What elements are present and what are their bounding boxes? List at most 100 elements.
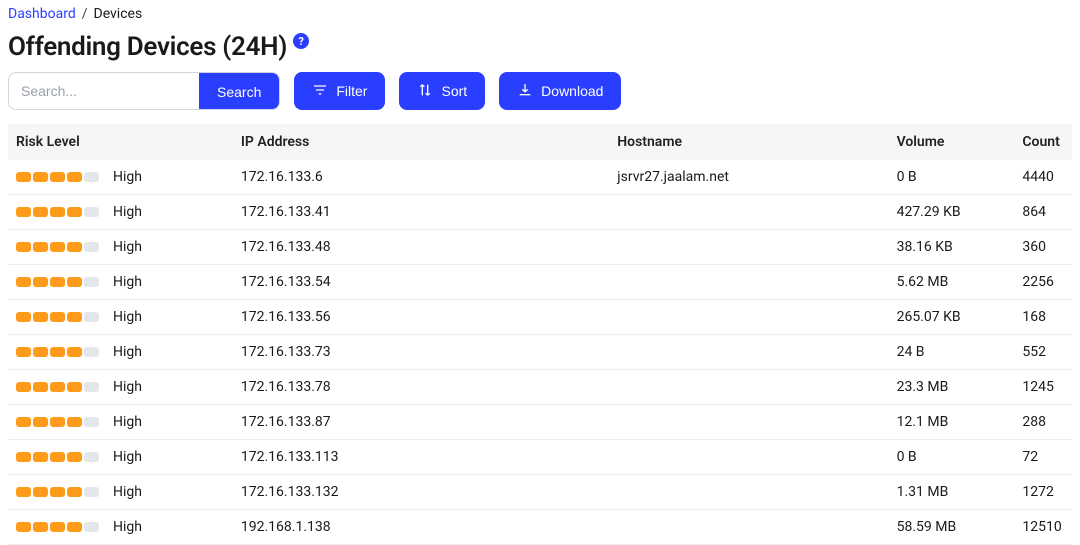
cell-host: [617, 413, 896, 431]
cell-count: 864: [1022, 195, 1072, 229]
table-row[interactable]: High 172.16.133.73 24 B552: [8, 335, 1072, 370]
search-button[interactable]: Search: [199, 73, 279, 110]
risk-bars-icon: [16, 382, 99, 392]
controls-bar: Search Filter Sort Download: [8, 72, 1072, 124]
cell-risk: High: [8, 440, 241, 474]
devices-table: Risk Level IP Address Hostname Volume Co…: [8, 124, 1072, 545]
cell-count: 4440: [1022, 160, 1072, 194]
cell-host: [617, 448, 896, 466]
table-row[interactable]: High172.16.133.41427.29 KB864: [8, 195, 1072, 230]
table-row[interactable]: High172.16.133.8712.1 MB288: [8, 405, 1072, 440]
cell-ip: 172.16.133.56: [241, 300, 617, 334]
cell-ip: 172.16.133.113: [241, 440, 617, 474]
filter-icon: [312, 82, 328, 101]
risk-bars-icon: [16, 417, 99, 427]
risk-bars-icon: [16, 487, 99, 497]
risk-bars-icon: [16, 452, 99, 462]
cell-count: 552: [1022, 335, 1072, 369]
sort-button-label: Sort: [441, 83, 467, 99]
cell-host: [617, 273, 896, 291]
cell-ip: 172.16.133.87: [241, 405, 617, 439]
risk-bars-icon: [16, 522, 99, 532]
cell-volume: 0 B: [897, 160, 1023, 194]
breadcrumb-current: Devices: [94, 6, 143, 22]
table-row[interactable]: High172.16.133.1130 B72: [8, 440, 1072, 475]
table-body: High 172.16.133.6jsrvr27.jaalam.net0 B444…: [8, 160, 1072, 545]
cell-ip: 192.168.1.138: [241, 510, 617, 544]
risk-label: High: [113, 379, 142, 395]
cell-volume: 5.62 MB: [897, 265, 1023, 299]
risk-bars-icon: [16, 347, 99, 357]
risk-label: High: [113, 449, 142, 465]
cell-risk: High: [8, 230, 241, 264]
table-row[interactable]: High 172.16.133.56 265.07 KB168: [8, 300, 1072, 335]
table-row[interactable]: High 172.16.133.48 38.16 KB360: [8, 230, 1072, 265]
col-header-risk[interactable]: Risk Level: [8, 124, 241, 160]
cell-volume: 23.3 MB: [897, 370, 1023, 404]
table-row[interactable]: High172.16.133.1321.31 MB1272: [8, 475, 1072, 510]
sort-icon: [417, 82, 433, 101]
table-row[interactable]: High 172.16.133.54 5.62 MB2256: [8, 265, 1072, 300]
cell-risk: High: [8, 475, 241, 509]
col-header-count[interactable]: Count: [1022, 124, 1072, 160]
risk-bars-icon: [16, 207, 99, 217]
table-row[interactable]: High172.16.133.7823.3 MB1245: [8, 370, 1072, 405]
table-row[interactable]: High 172.16.133.6jsrvr27.jaalam.net0 B444…: [8, 160, 1072, 195]
col-header-host[interactable]: Hostname: [617, 124, 896, 160]
risk-label: High: [113, 344, 142, 360]
download-button[interactable]: Download: [499, 72, 621, 110]
cell-volume: 38.16 KB: [897, 230, 1023, 264]
breadcrumb-dashboard[interactable]: Dashboard: [8, 6, 76, 22]
cell-volume: 265.07 KB: [897, 300, 1023, 334]
help-icon[interactable]: ?: [293, 33, 309, 49]
cell-host: [617, 238, 896, 256]
risk-label: High: [113, 204, 142, 220]
risk-label: High: [113, 169, 142, 185]
cell-ip: 172.16.133.54: [241, 265, 617, 299]
risk-label: High: [113, 309, 142, 325]
search-button-label: Search: [217, 84, 261, 100]
cell-risk: High: [8, 510, 241, 544]
cell-risk: High: [8, 265, 241, 299]
cell-count: 12510: [1022, 510, 1072, 544]
cell-host: [617, 343, 896, 361]
search-input[interactable]: [9, 73, 199, 109]
sort-button[interactable]: Sort: [399, 72, 485, 110]
risk-label: High: [113, 484, 142, 500]
cell-count: 1245: [1022, 370, 1072, 404]
cell-risk: High: [8, 300, 241, 334]
col-header-volume[interactable]: Volume: [897, 124, 1023, 160]
risk-label: High: [113, 239, 142, 255]
cell-risk: High: [8, 405, 241, 439]
cell-host: [617, 308, 896, 326]
download-button-label: Download: [541, 83, 603, 99]
table-header: Risk Level IP Address Hostname Volume Co…: [8, 124, 1072, 160]
cell-risk: High: [8, 195, 241, 229]
cell-volume: 12.1 MB: [897, 405, 1023, 439]
table-row[interactable]: High 192.168.1.138 58.59 MB12510: [8, 510, 1072, 545]
cell-host: [617, 518, 896, 536]
cell-ip: 172.16.133.73: [241, 335, 617, 369]
cell-count: 2256: [1022, 265, 1072, 299]
breadcrumb-sep: /: [82, 6, 88, 22]
page-title: Offending Devices (24H): [8, 32, 287, 62]
risk-label: High: [113, 519, 142, 535]
cell-host: jsrvr27.jaalam.net: [617, 160, 896, 194]
cell-host: [617, 203, 896, 221]
cell-risk: High: [8, 160, 241, 194]
risk-bars-icon: [16, 277, 99, 287]
cell-count: 1272: [1022, 475, 1072, 509]
cell-ip: 172.16.133.41: [241, 195, 617, 229]
search-group: Search: [8, 72, 280, 110]
cell-volume: 58.59 MB: [897, 510, 1023, 544]
risk-label: High: [113, 274, 142, 290]
download-icon: [517, 82, 533, 101]
cell-count: 72: [1022, 440, 1072, 474]
cell-count: 360: [1022, 230, 1072, 264]
cell-volume: 24 B: [897, 335, 1023, 369]
cell-ip: 172.16.133.6: [241, 160, 617, 194]
filter-button[interactable]: Filter: [294, 72, 385, 110]
cell-ip: 172.16.133.48: [241, 230, 617, 264]
cell-count: 168: [1022, 300, 1072, 334]
col-header-ip[interactable]: IP Address: [241, 124, 617, 160]
